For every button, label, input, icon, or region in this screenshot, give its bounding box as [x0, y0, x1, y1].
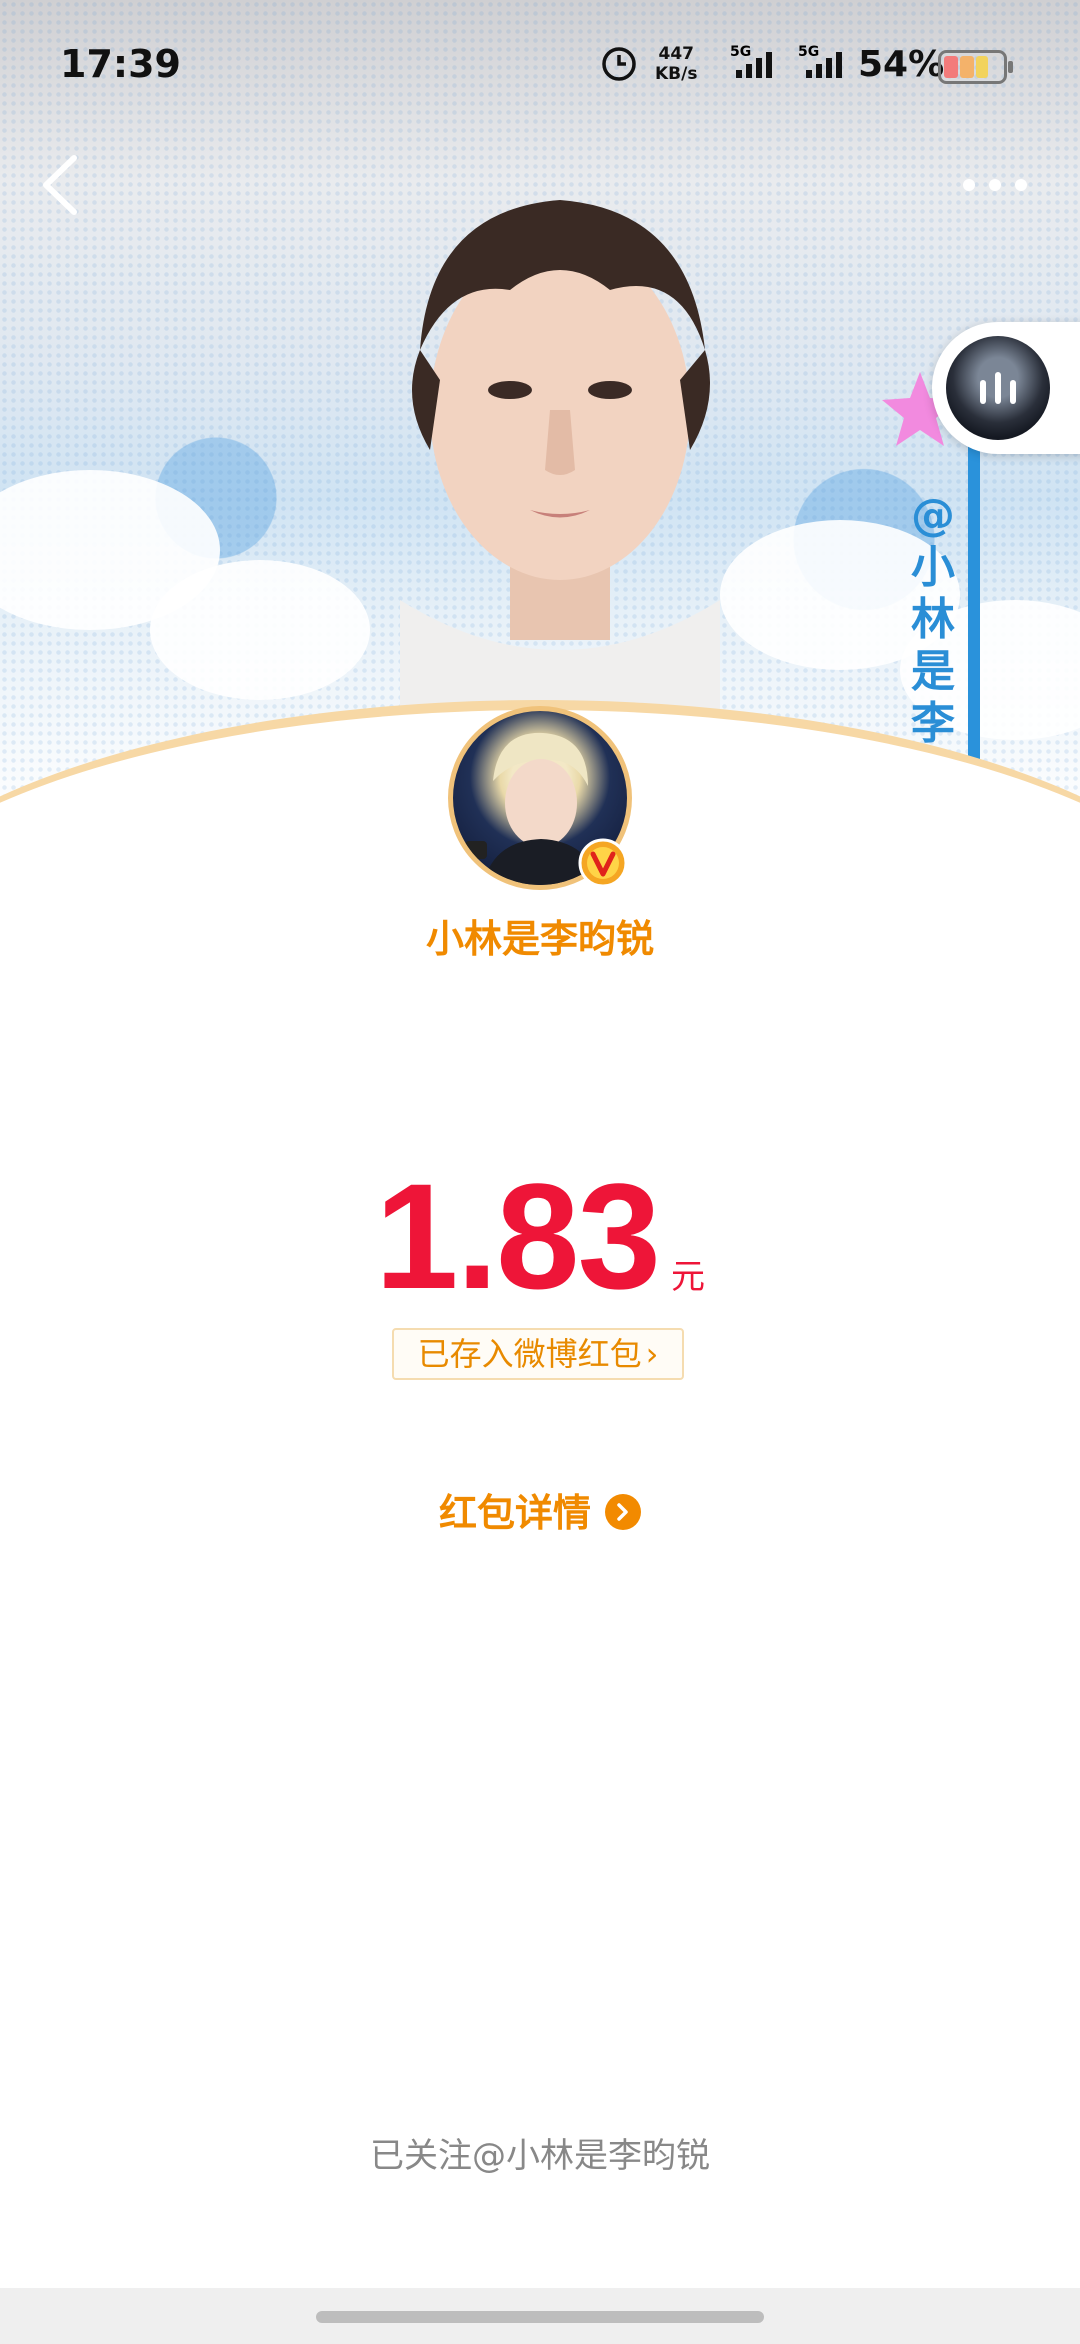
home-indicator[interactable]: [316, 2311, 764, 2323]
network-speed: 447 KB/s: [655, 44, 697, 84]
more-button[interactable]: [955, 170, 1035, 200]
chevron-right-icon: ›: [645, 1335, 659, 1373]
floating-music-player[interactable]: [932, 322, 1080, 454]
signal-icon: 5G: [796, 44, 862, 84]
arrow-circle-icon: [605, 1494, 641, 1530]
status-time: 17:39: [60, 42, 181, 86]
amount-row: 1.83 元: [0, 1150, 1080, 1323]
saved-label: 已存入微博红包: [417, 1335, 642, 1373]
back-arrow-icon: [43, 155, 77, 215]
clock-icon: [602, 47, 636, 81]
red-packet-details-button[interactable]: 红包详情: [0, 1482, 1080, 1537]
signal-icon: 5G: [722, 44, 788, 84]
banner-vertical-bar: [968, 440, 980, 770]
details-label: 红包详情: [438, 1491, 591, 1535]
verified-v-icon: [578, 838, 628, 888]
sim2-label: 5G: [798, 44, 820, 60]
saved-to-wallet-link[interactable]: 已存入微博红包 ›: [392, 1328, 684, 1380]
more-dots-icon: [963, 179, 1027, 191]
back-button[interactable]: [38, 150, 88, 220]
amount-unit: 元: [670, 1257, 705, 1297]
status-bar: 17:39 447 KB/s 5G 5G 54%: [0, 0, 1080, 130]
battery-percent: 54%: [858, 44, 945, 85]
red-packet-amount: 1.83: [375, 1152, 661, 1320]
battery-icon: [938, 50, 1013, 84]
followed-status-text: 已关注@小林是李昀锐: [370, 2136, 710, 2176]
network-speed-value: 447: [658, 44, 694, 64]
music-player-icon: [980, 372, 1016, 404]
profile-name[interactable]: 小林是李昀锐: [0, 908, 1080, 963]
banner-cloud: [150, 560, 370, 700]
sim1-label: 5G: [730, 44, 752, 60]
network-speed-unit: KB/s: [655, 64, 698, 84]
